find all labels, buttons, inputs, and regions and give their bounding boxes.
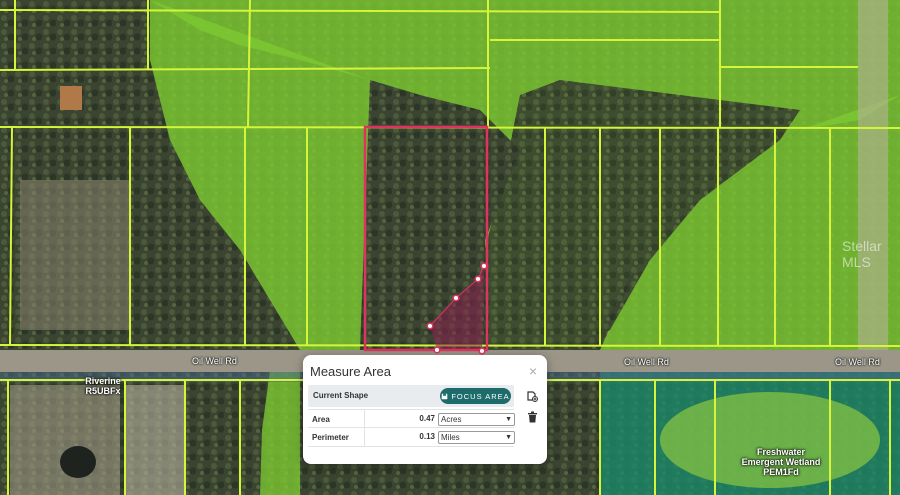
add-shape-icon[interactable] — [523, 387, 541, 405]
area-label: Area — [312, 415, 330, 424]
focus-area-button[interactable]: FOCUS AREA — [440, 388, 511, 404]
focus-area-label: FOCUS AREA — [451, 391, 510, 401]
measure-vertex[interactable] — [426, 322, 434, 330]
perimeter-unit-select[interactable]: Miles ▼ — [438, 431, 515, 444]
current-shape-label: Current Shape — [313, 391, 369, 400]
measure-area-panel: Measure Area × Current Shape FOCUS AREA … — [303, 355, 547, 464]
measure-vertex[interactable] — [480, 262, 488, 270]
area-row: Area 0.47 Acres ▼ — [308, 409, 515, 428]
save-icon — [442, 393, 448, 399]
perimeter-label: Perimeter — [312, 433, 349, 442]
watermark: Stellar MLS — [842, 238, 882, 270]
side-road — [858, 0, 888, 350]
cleared-lot — [125, 385, 185, 495]
area-unit-select[interactable]: Acres ▼ — [438, 413, 515, 426]
chevron-down-icon: ▼ — [505, 416, 512, 423]
measure-vertex[interactable] — [474, 275, 482, 283]
road-label: Oil Well Rd — [624, 357, 669, 367]
chevron-down-icon: ▼ — [505, 434, 512, 441]
close-icon[interactable]: × — [529, 363, 537, 379]
house-roof — [60, 86, 82, 110]
measure-vertex[interactable] — [433, 346, 441, 354]
trash-icon[interactable] — [523, 408, 541, 426]
wetland-label-freshwater: Freshwater Emergent Wetland PEM1Fd — [741, 447, 821, 477]
pond — [60, 446, 96, 478]
road-label: Oil Well Rd — [835, 357, 880, 367]
cleared-lot — [10, 385, 120, 495]
current-shape-bar: Current Shape FOCUS AREA — [308, 385, 514, 407]
perimeter-value: 0.13 — [364, 428, 435, 446]
measure-vertex[interactable] — [452, 294, 460, 302]
cleared-lot — [20, 180, 130, 330]
panel-title: Measure Area — [310, 364, 391, 379]
measure-vertex[interactable] — [478, 347, 486, 355]
wetland-label-riverine: Riverine R5UBFx — [85, 376, 121, 396]
road-label: Oil Well Rd — [192, 356, 237, 366]
perimeter-row: Perimeter 0.13 Miles ▼ — [308, 427, 515, 447]
area-value: 0.47 — [364, 410, 435, 428]
